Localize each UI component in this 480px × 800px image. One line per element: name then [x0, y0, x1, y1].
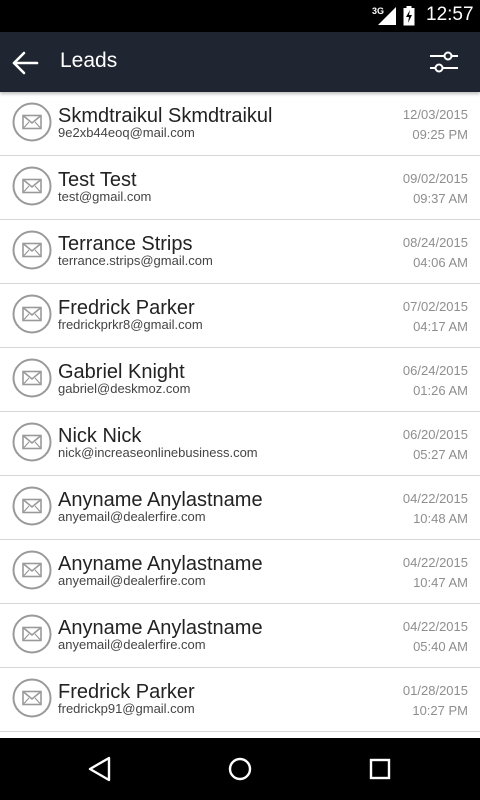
lead-time: 10:48 AM	[413, 511, 468, 526]
lead-time: 09:25 PM	[412, 127, 468, 142]
battery-icon	[403, 6, 415, 26]
lead-date: 06/20/2015	[402, 427, 468, 442]
mail-icon	[12, 102, 52, 142]
lead-row[interactable]: Terrance Strips terrance.strips@gmail.com…	[0, 220, 480, 284]
lead-row[interactable]: Skmdtraikul Skmdtraikul 9e2xb44eoq@mail.c…	[0, 92, 480, 156]
lead-row[interactable]: Anyname Anylastname anyemail@dealerfire.c…	[0, 540, 480, 604]
lead-date: 09/02/2015	[402, 171, 468, 186]
lead-time: 10:47 AM	[413, 575, 468, 590]
app-toolbar: Leads	[0, 32, 480, 92]
lead-date: 04/22/2015	[402, 619, 468, 634]
system-nav-bar	[0, 738, 480, 800]
lead-row[interactable]: Fredrick Parker fredrickprkr8@gmail.com 07…	[0, 284, 480, 348]
mail-icon	[12, 550, 52, 590]
page-title: Leads	[60, 49, 118, 72]
lead-row[interactable]: Anyname Anylastname anyemail@dealerfire.c…	[0, 604, 480, 668]
lead-row[interactable]: Test Test test@gmail.com 09/02/2015 09:37 A…	[0, 156, 480, 220]
lead-time: 04:06 AM	[413, 255, 468, 270]
status-bar: 3G 12:57	[0, 0, 480, 32]
lead-time: 01:26 AM	[413, 383, 468, 398]
lead-email: gabriel@deskmoz.com	[58, 381, 191, 396]
mail-icon	[12, 678, 52, 718]
lead-date: 07/02/2015	[402, 299, 468, 314]
mail-icon	[12, 614, 52, 654]
nav-back-icon[interactable]	[86, 756, 114, 782]
sliders-icon[interactable]	[426, 46, 462, 78]
lead-time: 04:17 AM	[413, 319, 468, 334]
nav-home-icon[interactable]	[226, 756, 254, 782]
lead-row[interactable]: Gabriel Knight gabriel@deskmoz.com 06/24/2…	[0, 348, 480, 412]
lead-email: anyemail@dealerfire.com	[58, 509, 206, 524]
mail-icon	[12, 166, 52, 206]
lead-date: 12/03/2015	[402, 107, 468, 122]
signal-icon	[378, 7, 396, 25]
mail-icon	[12, 230, 52, 270]
nav-recents-icon[interactable]	[366, 756, 394, 782]
lead-date: 04/22/2015	[402, 491, 468, 506]
lead-date: 06/24/2015	[402, 363, 468, 378]
lead-row[interactable]: Anyname Anylastname anyemail@dealerfire.c…	[0, 476, 480, 540]
leads-list[interactable]: Skmdtraikul Skmdtraikul 9e2xb44eoq@mail.c…	[0, 92, 480, 738]
status-time: 12:57	[426, 4, 474, 25]
lead-email: terrance.strips@gmail.com	[58, 253, 213, 268]
lead-email: fredrickprkr8@gmail.com	[58, 317, 203, 332]
lead-row[interactable]: Fredrick Parker fredrickp91@gmail.com 01/2…	[0, 668, 480, 732]
mail-icon	[12, 358, 52, 398]
lead-email: test@gmail.com	[58, 189, 152, 204]
mail-icon	[12, 294, 52, 334]
lead-email: fredrickp91@gmail.com	[58, 701, 195, 716]
lead-time: 05:40 AM	[413, 639, 468, 654]
lead-time: 05:27 AM	[413, 447, 468, 462]
lead-time: 09:37 AM	[413, 191, 468, 206]
lead-email: nick@increaseonlinebusiness.com	[58, 445, 258, 460]
lead-email: 9e2xb44eoq@mail.com	[58, 125, 195, 140]
lead-date: 08/24/2015	[402, 235, 468, 250]
lead-date: 04/22/2015	[402, 555, 468, 570]
lead-row[interactable]: Nick Nick nick@increaseonlinebusiness.com…	[0, 412, 480, 476]
lead-time: 10:27 PM	[412, 703, 468, 718]
arrow-left-icon[interactable]	[10, 48, 40, 78]
lead-email: anyemail@dealerfire.com	[58, 573, 206, 588]
lead-email: anyemail@dealerfire.com	[58, 637, 206, 652]
mail-icon	[12, 486, 52, 526]
lead-date: 01/28/2015	[402, 683, 468, 698]
mail-icon	[12, 422, 52, 462]
